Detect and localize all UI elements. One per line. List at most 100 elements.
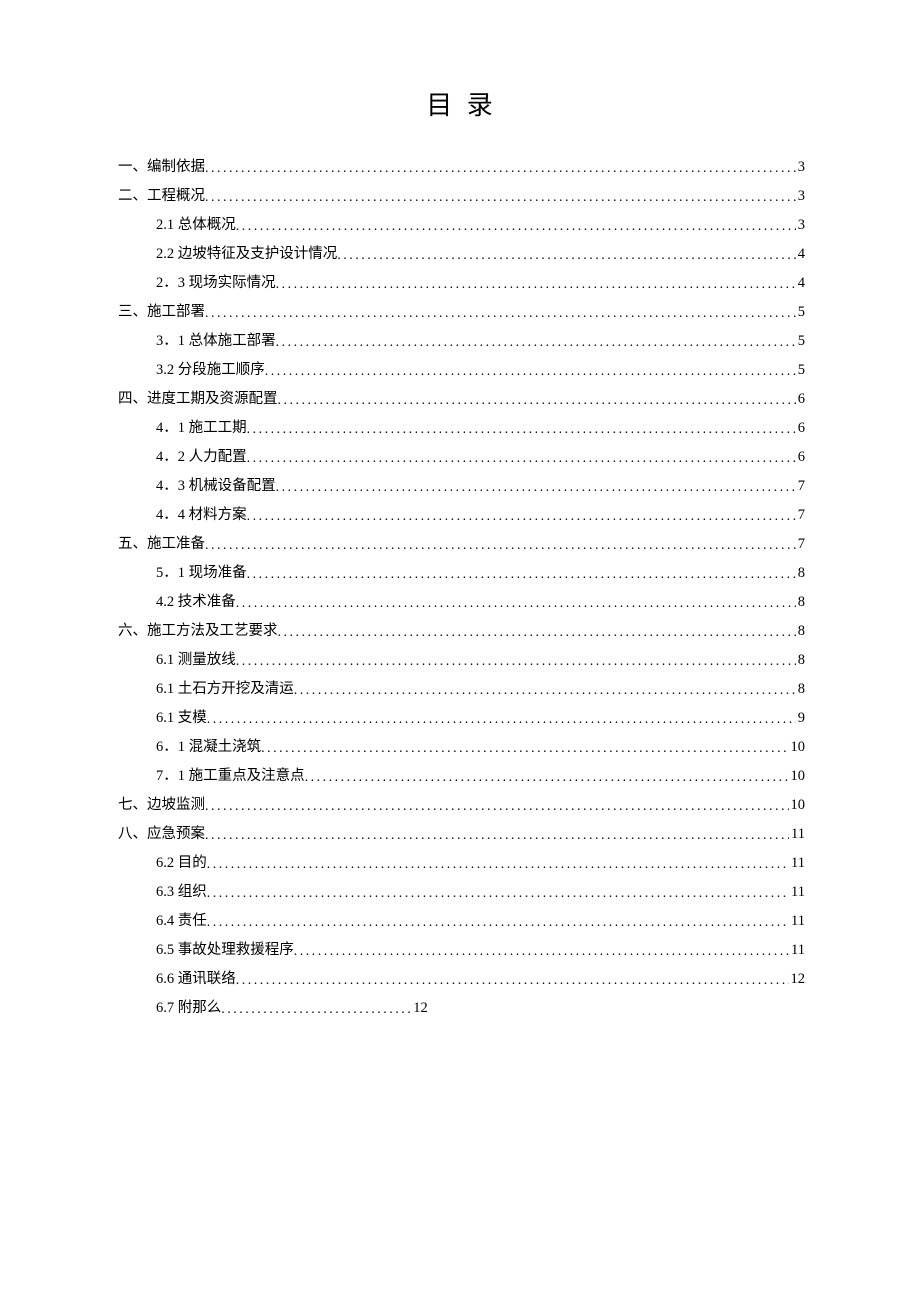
toc-entry-label: 八、应急预案	[118, 827, 205, 842]
toc-entry-label: 6.1 测量放线	[156, 653, 236, 668]
table-of-contents: 一、编制依据3二、工程概况32.1 总体概况32.2 边坡特征及支护设计情况42…	[118, 160, 805, 1016]
toc-entry-label: 6．1 混凝土浇筑	[156, 740, 261, 755]
toc-entry: 4.2 技术准备 8	[118, 595, 805, 610]
toc-entry-label: 4.2 技术准备	[156, 595, 236, 610]
toc-leader-dots	[207, 916, 789, 930]
toc-leader-dots	[261, 742, 788, 756]
toc-entry-page: 6	[796, 450, 805, 465]
toc-leader-dots	[207, 887, 789, 901]
toc-entry-page: 3	[796, 160, 805, 175]
toc-entry-page: 11	[789, 914, 805, 929]
toc-entry-page: 11	[789, 885, 805, 900]
toc-leader-dots	[205, 800, 789, 814]
toc-entry-page: 11	[789, 856, 805, 871]
toc-leader-dots	[247, 452, 796, 466]
toc-leader-dots	[276, 481, 796, 495]
toc-leader-dots	[236, 974, 789, 988]
toc-entry: 6.2 目的 11	[118, 856, 805, 871]
toc-leader-dots	[247, 423, 796, 437]
toc-entry: 2.1 总体概况 3	[118, 218, 805, 233]
toc-entry: 6.4 责任 11	[118, 914, 805, 929]
toc-entry-page: 11	[789, 943, 805, 958]
toc-entry-label: 6.3 组织	[156, 885, 207, 900]
toc-entry-label: 五、施工准备	[118, 537, 205, 552]
toc-entry-page: 3	[796, 218, 805, 233]
toc-leader-dots	[265, 365, 796, 379]
toc-entry-label: 6.6 通讯联络	[156, 972, 236, 987]
toc-leader-dots	[205, 307, 796, 321]
toc-entry: 八、应急预案11	[118, 827, 805, 842]
toc-entry-page: 6	[796, 421, 805, 436]
toc-entry: 2．3 现场实际情况 4	[118, 276, 805, 291]
toc-leader-dots	[294, 945, 789, 959]
toc-leader-dots	[221, 1003, 411, 1017]
toc-entry-page: 4	[796, 247, 805, 262]
toc-entry: 5．1 现场准备8	[118, 566, 805, 581]
toc-title: 目 录	[118, 85, 805, 122]
toc-entry-label: 4．4 材料方案	[156, 508, 247, 523]
toc-entry: 二、工程概况 3	[118, 189, 805, 204]
toc-entry: 6.1 测量放线 8	[118, 653, 805, 668]
toc-entry: 6.7 附那么12	[118, 1001, 805, 1016]
toc-entry-label: 3.2 分段施工顺序	[156, 363, 265, 378]
toc-entry-label: 6.5 事故处理救援程序	[156, 943, 294, 958]
toc-leader-dots	[205, 191, 796, 205]
toc-leader-dots	[205, 539, 796, 553]
toc-leader-dots	[337, 249, 796, 263]
toc-entry-page: 5	[796, 363, 805, 378]
toc-leader-dots	[276, 278, 796, 292]
toc-entry-page: 7	[796, 508, 805, 523]
toc-entry-page: 3	[796, 189, 805, 204]
toc-entry-page: 4	[796, 276, 805, 291]
toc-entry-page: 8	[796, 682, 805, 697]
toc-entry: 四、进度工期及资源配置6	[118, 392, 805, 407]
toc-entry-page: 8	[796, 653, 805, 668]
toc-entry-label: 三、施工部署	[118, 305, 205, 320]
toc-entry: 4．1 施工工期 6	[118, 421, 805, 436]
toc-entry-label: 5．1 现场准备	[156, 566, 247, 581]
toc-entry-page: 8	[796, 624, 805, 639]
document-page: 目 录 一、编制依据3二、工程概况32.1 总体概况32.2 边坡特征及支护设计…	[0, 0, 920, 1016]
toc-entry-page: 7	[796, 537, 805, 552]
toc-entry-label: 六、施工方法及工艺要求	[118, 624, 278, 639]
toc-leader-dots	[205, 162, 796, 176]
toc-leader-dots	[278, 626, 796, 640]
toc-leader-dots	[205, 829, 789, 843]
toc-entry: 7．1 施工重点及注意点 10	[118, 769, 805, 784]
toc-entry: 6.6 通讯联络 12	[118, 972, 805, 987]
toc-entry-page: 10	[789, 740, 806, 755]
toc-entry-label: 七、边坡监测	[118, 798, 205, 813]
toc-entry-page: 10	[789, 798, 806, 813]
toc-entry-label: 2.2 边坡特征及支护设计情况	[156, 247, 337, 262]
toc-leader-dots	[247, 510, 796, 524]
toc-entry: 6.3 组织 11	[118, 885, 805, 900]
toc-entry-label: 二、工程概况	[118, 189, 205, 204]
toc-entry-label: 4．2 人力配置	[156, 450, 247, 465]
toc-entry-page: 9	[796, 711, 805, 726]
toc-entry-label: 6.1 支模	[156, 711, 207, 726]
toc-leader-dots	[247, 568, 796, 582]
toc-entry-label: 6.4 责任	[156, 914, 207, 929]
toc-entry-page: 6	[796, 392, 805, 407]
toc-entry: 3．1 总体施工部署5	[118, 334, 805, 349]
toc-entry-label: 6.7 附那么	[156, 1001, 221, 1016]
toc-leader-dots	[236, 220, 796, 234]
toc-entry-label: 2．3 现场实际情况	[156, 276, 276, 291]
toc-leader-dots	[305, 771, 789, 785]
toc-entry: 3.2 分段施工顺序 5	[118, 363, 805, 378]
toc-leader-dots	[207, 858, 789, 872]
toc-entry-label: 2.1 总体概况	[156, 218, 236, 233]
toc-entry-label: 6.1 土石方开挖及清运	[156, 682, 294, 697]
toc-leader-dots	[236, 597, 796, 611]
toc-entry-page: 8	[796, 595, 805, 610]
toc-entry-page: 7	[796, 479, 805, 494]
toc-entry: 4．2 人力配置 6	[118, 450, 805, 465]
toc-entry-label: 4．3 机械设备配置	[156, 479, 276, 494]
toc-entry: 三、施工部署5	[118, 305, 805, 320]
toc-entry: 6.1 支模 9	[118, 711, 805, 726]
toc-entry: 4．3 机械设备配置 7	[118, 479, 805, 494]
toc-leader-dots	[294, 684, 796, 698]
toc-entry-label: 4．1 施工工期	[156, 421, 247, 436]
toc-leader-dots	[236, 655, 796, 669]
toc-entry: 4．4 材料方案 7	[118, 508, 805, 523]
